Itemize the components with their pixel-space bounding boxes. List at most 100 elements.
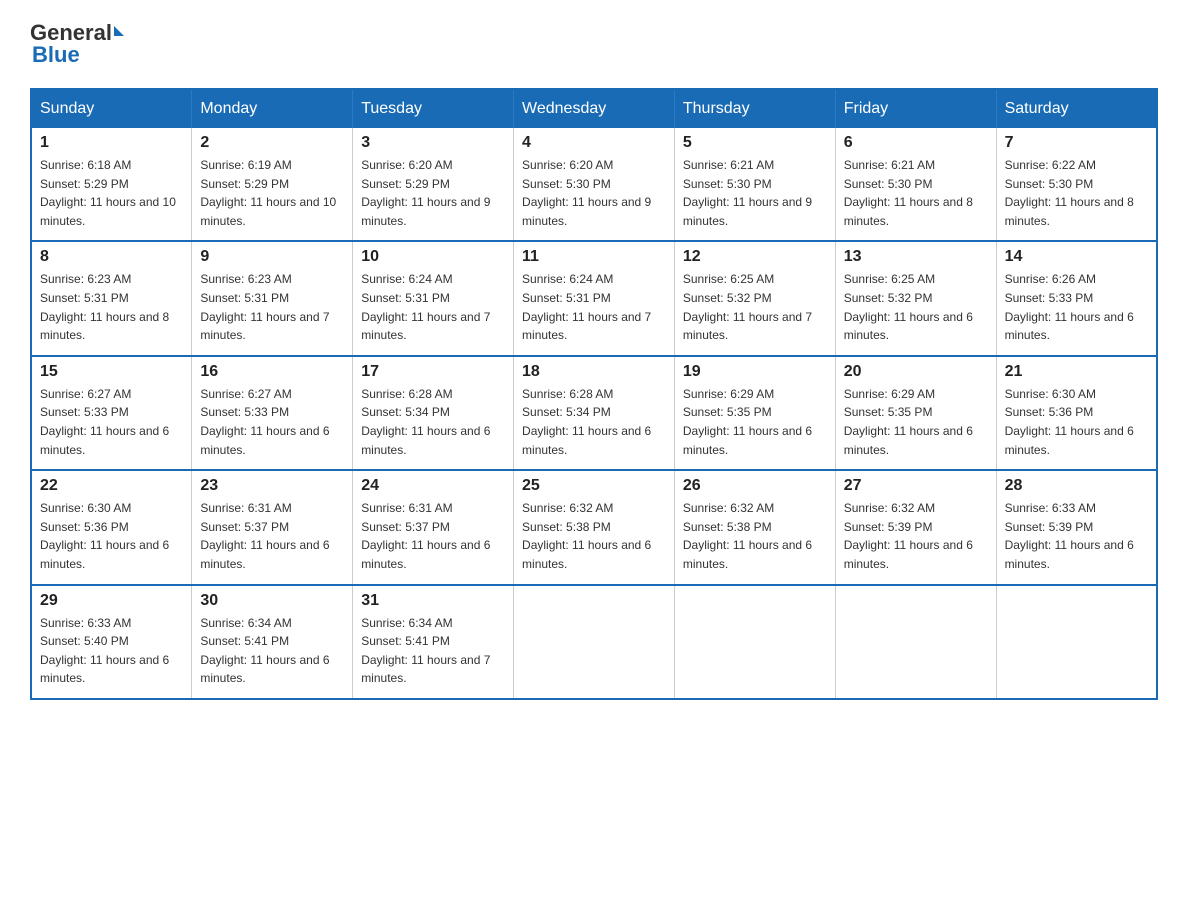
day-info: Sunrise: 6:34 AMSunset: 5:41 PMDaylight:… <box>361 614 505 688</box>
day-number: 23 <box>200 477 344 495</box>
calendar-cell: 25 Sunrise: 6:32 AMSunset: 5:38 PMDayligh… <box>514 470 675 584</box>
day-number: 6 <box>844 134 988 152</box>
day-number: 9 <box>200 248 344 266</box>
calendar-cell: 10Sunrise: 6:24 AMSunset: 5:31 PMDayligh… <box>353 241 514 355</box>
day-info: Sunrise: 6:31 AMSunset: 5:37 PMDaylight:… <box>361 499 505 573</box>
day-info: Sunrise: 6:20 AMSunset: 5:30 PMDaylight:… <box>522 156 666 230</box>
day-number: 19 <box>683 363 827 381</box>
calendar-cell: 12 Sunrise: 6:25 AMSunset: 5:32 PMDayligh… <box>674 241 835 355</box>
day-number: 24 <box>361 477 505 495</box>
weekday-header-thursday: Thursday <box>674 89 835 128</box>
day-number: 11 <box>522 248 666 266</box>
day-number: 30 <box>200 592 344 610</box>
weekday-header-saturday: Saturday <box>996 89 1157 128</box>
calendar-cell: 20Sunrise: 6:29 AMSunset: 5:35 PMDayligh… <box>835 356 996 470</box>
day-number: 27 <box>844 477 988 495</box>
calendar-cell: 22 Sunrise: 6:30 AMSunset: 5:36 PMDayligh… <box>31 470 192 584</box>
calendar-cell: 23 Sunrise: 6:31 AMSunset: 5:37 PMDayligh… <box>192 470 353 584</box>
day-info: Sunrise: 6:27 AMSunset: 5:33 PMDaylight:… <box>40 385 183 459</box>
weekday-header-tuesday: Tuesday <box>353 89 514 128</box>
day-info: Sunrise: 6:23 AMSunset: 5:31 PMDaylight:… <box>200 270 344 344</box>
day-info: Sunrise: 6:34 AMSunset: 5:41 PMDaylight:… <box>200 614 344 688</box>
day-number: 15 <box>40 363 183 381</box>
calendar-cell: 1 Sunrise: 6:18 AMSunset: 5:29 PMDaylight… <box>31 128 192 241</box>
day-info: Sunrise: 6:33 AMSunset: 5:39 PMDaylight:… <box>1005 499 1148 573</box>
day-info: Sunrise: 6:26 AMSunset: 5:33 PMDaylight:… <box>1005 270 1148 344</box>
day-info: Sunrise: 6:25 AMSunset: 5:32 PMDaylight:… <box>683 270 827 344</box>
day-info: Sunrise: 6:30 AMSunset: 5:36 PMDaylight:… <box>1005 385 1148 459</box>
day-info: Sunrise: 6:19 AMSunset: 5:29 PMDaylight:… <box>200 156 344 230</box>
day-info: Sunrise: 6:30 AMSunset: 5:36 PMDaylight:… <box>40 499 183 573</box>
calendar-cell: 4 Sunrise: 6:20 AMSunset: 5:30 PMDaylight… <box>514 128 675 241</box>
calendar-cell: 30 Sunrise: 6:34 AMSunset: 5:41 PMDayligh… <box>192 585 353 699</box>
calendar-cell: 26 Sunrise: 6:32 AMSunset: 5:38 PMDayligh… <box>674 470 835 584</box>
calendar-cell: 31 Sunrise: 6:34 AMSunset: 5:41 PMDayligh… <box>353 585 514 699</box>
day-info: Sunrise: 6:32 AMSunset: 5:38 PMDaylight:… <box>522 499 666 573</box>
day-number: 12 <box>683 248 827 266</box>
day-number: 2 <box>200 134 344 152</box>
calendar-cell: 16Sunrise: 6:27 AMSunset: 5:33 PMDayligh… <box>192 356 353 470</box>
calendar-cell: 21 Sunrise: 6:30 AMSunset: 5:36 PMDayligh… <box>996 356 1157 470</box>
week-row-3: 15 Sunrise: 6:27 AMSunset: 5:33 PMDayligh… <box>31 356 1157 470</box>
calendar-cell: 5Sunrise: 6:21 AMSunset: 5:30 PMDaylight… <box>674 128 835 241</box>
calendar-cell: 3 Sunrise: 6:20 AMSunset: 5:29 PMDaylight… <box>353 128 514 241</box>
calendar-cell <box>996 585 1157 699</box>
day-info: Sunrise: 6:32 AMSunset: 5:38 PMDaylight:… <box>683 499 827 573</box>
day-info: Sunrise: 6:24 AMSunset: 5:31 PMDaylight:… <box>522 270 666 344</box>
day-number: 26 <box>683 477 827 495</box>
logo-triangle-icon <box>114 26 124 36</box>
calendar-cell: 11 Sunrise: 6:24 AMSunset: 5:31 PMDayligh… <box>514 241 675 355</box>
day-info: Sunrise: 6:31 AMSunset: 5:37 PMDaylight:… <box>200 499 344 573</box>
calendar-cell: 15 Sunrise: 6:27 AMSunset: 5:33 PMDayligh… <box>31 356 192 470</box>
day-number: 22 <box>40 477 183 495</box>
weekday-header-sunday: Sunday <box>31 89 192 128</box>
day-info: Sunrise: 6:29 AMSunset: 5:35 PMDaylight:… <box>683 385 827 459</box>
calendar-cell: 7Sunrise: 6:22 AMSunset: 5:30 PMDaylight… <box>996 128 1157 241</box>
day-info: Sunrise: 6:22 AMSunset: 5:30 PMDaylight:… <box>1005 156 1148 230</box>
weekday-header-row: SundayMondayTuesdayWednesdayThursdayFrid… <box>31 89 1157 128</box>
calendar-cell: 9 Sunrise: 6:23 AMSunset: 5:31 PMDaylight… <box>192 241 353 355</box>
week-row-5: 29Sunrise: 6:33 AMSunset: 5:40 PMDayligh… <box>31 585 1157 699</box>
day-info: Sunrise: 6:21 AMSunset: 5:30 PMDaylight:… <box>844 156 988 230</box>
calendar-cell: 24 Sunrise: 6:31 AMSunset: 5:37 PMDayligh… <box>353 470 514 584</box>
calendar-cell <box>835 585 996 699</box>
day-number: 3 <box>361 134 505 152</box>
calendar-cell: 18 Sunrise: 6:28 AMSunset: 5:34 PMDayligh… <box>514 356 675 470</box>
calendar-cell: 13 Sunrise: 6:25 AMSunset: 5:32 PMDayligh… <box>835 241 996 355</box>
day-number: 20 <box>844 363 988 381</box>
day-info: Sunrise: 6:18 AMSunset: 5:29 PMDaylight:… <box>40 156 183 230</box>
page-header: General Blue <box>30 20 1158 68</box>
week-row-2: 8 Sunrise: 6:23 AMSunset: 5:31 PMDaylight… <box>31 241 1157 355</box>
day-number: 8 <box>40 248 183 266</box>
day-number: 1 <box>40 134 183 152</box>
calendar-table: SundayMondayTuesdayWednesdayThursdayFrid… <box>30 88 1158 700</box>
day-number: 29 <box>40 592 183 610</box>
day-number: 31 <box>361 592 505 610</box>
calendar-cell: 2 Sunrise: 6:19 AMSunset: 5:29 PMDaylight… <box>192 128 353 241</box>
day-info: Sunrise: 6:20 AMSunset: 5:29 PMDaylight:… <box>361 156 505 230</box>
day-number: 16 <box>200 363 344 381</box>
day-number: 13 <box>844 248 988 266</box>
calendar-cell: 19 Sunrise: 6:29 AMSunset: 5:35 PMDayligh… <box>674 356 835 470</box>
day-number: 28 <box>1005 477 1148 495</box>
weekday-header-friday: Friday <box>835 89 996 128</box>
day-info: Sunrise: 6:23 AMSunset: 5:31 PMDaylight:… <box>40 270 183 344</box>
calendar-cell: 28 Sunrise: 6:33 AMSunset: 5:39 PMDayligh… <box>996 470 1157 584</box>
day-info: Sunrise: 6:28 AMSunset: 5:34 PMDaylight:… <box>361 385 505 459</box>
day-number: 4 <box>522 134 666 152</box>
day-number: 21 <box>1005 363 1148 381</box>
calendar-cell: 17 Sunrise: 6:28 AMSunset: 5:34 PMDayligh… <box>353 356 514 470</box>
calendar-cell: 6 Sunrise: 6:21 AMSunset: 5:30 PMDaylight… <box>835 128 996 241</box>
day-number: 14 <box>1005 248 1148 266</box>
day-number: 5 <box>683 134 827 152</box>
weekday-header-wednesday: Wednesday <box>514 89 675 128</box>
calendar-cell: 27 Sunrise: 6:32 AMSunset: 5:39 PMDayligh… <box>835 470 996 584</box>
weekday-header-monday: Monday <box>192 89 353 128</box>
day-info: Sunrise: 6:32 AMSunset: 5:39 PMDaylight:… <box>844 499 988 573</box>
day-number: 18 <box>522 363 666 381</box>
day-info: Sunrise: 6:28 AMSunset: 5:34 PMDaylight:… <box>522 385 666 459</box>
day-number: 25 <box>522 477 666 495</box>
day-number: 17 <box>361 363 505 381</box>
day-info: Sunrise: 6:25 AMSunset: 5:32 PMDaylight:… <box>844 270 988 344</box>
week-row-1: 1 Sunrise: 6:18 AMSunset: 5:29 PMDaylight… <box>31 128 1157 241</box>
